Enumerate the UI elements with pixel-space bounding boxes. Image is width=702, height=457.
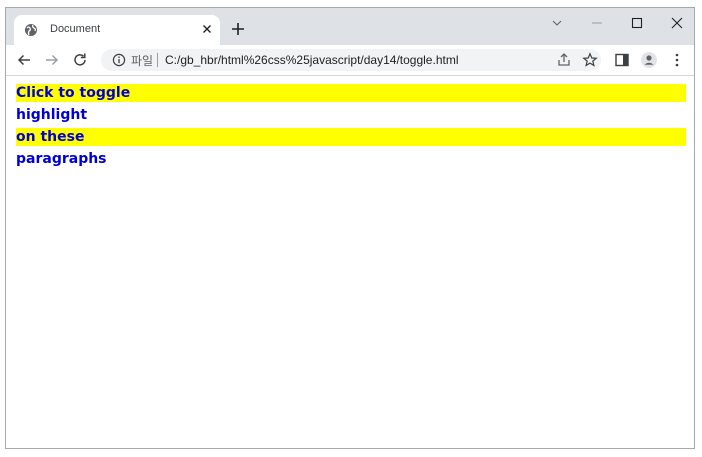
toggle-paragraph[interactable]: on these — [16, 128, 686, 146]
address-separator — [157, 53, 158, 67]
star-icon[interactable] — [582, 52, 598, 68]
window-close-icon — [671, 17, 683, 29]
reload-icon[interactable] — [71, 51, 89, 69]
paragraph-text: paragraphs — [16, 151, 107, 167]
menu-icon[interactable] — [668, 51, 686, 69]
back-icon[interactable] — [15, 51, 33, 69]
browser-toolbar: 파일 C:/gb_hbr/html%26css%25javascript/day… — [6, 45, 694, 76]
info-icon[interactable] — [112, 53, 126, 67]
toggle-paragraph[interactable]: paragraphs — [16, 150, 686, 168]
profile-icon[interactable] — [640, 51, 658, 69]
toggle-paragraph[interactable]: Click to toggle — [16, 84, 686, 102]
maximize-icon — [631, 17, 643, 29]
scheme-label: 파일 — [131, 54, 154, 68]
toggle-paragraph[interactable]: highlight — [16, 106, 686, 124]
paragraph-text: on these — [16, 129, 85, 145]
tab-search-button[interactable] — [537, 8, 577, 38]
tab-strip: Document — [6, 8, 694, 45]
globe-icon — [25, 24, 37, 36]
minimize-button[interactable] — [577, 8, 617, 38]
browser-window: Document 파일 C:/gb_hbr/html%26css%25javas… — [5, 7, 695, 449]
tab-document[interactable]: Document — [14, 15, 220, 45]
paragraph-text: highlight — [16, 107, 88, 123]
paragraph-text: Click to toggle — [16, 85, 131, 101]
window-close-button[interactable] — [657, 8, 694, 38]
chevron-down-icon — [552, 20, 562, 26]
page-content: Click to toggle highlight on these parag… — [6, 76, 694, 448]
close-icon[interactable] — [200, 22, 214, 36]
forward-icon[interactable] — [43, 51, 61, 69]
minimize-icon — [592, 22, 602, 24]
sidepanel-icon[interactable] — [613, 51, 631, 69]
share-icon[interactable] — [556, 52, 572, 68]
address-bar[interactable]: 파일 C:/gb_hbr/html%26css%25javascript/day… — [101, 49, 601, 71]
plus-icon[interactable] — [230, 21, 246, 37]
tab-title: Document — [50, 23, 101, 35]
maximize-button[interactable] — [617, 8, 657, 38]
url-text[interactable]: C:/gb_hbr/html%26css%25javascript/day14/… — [165, 53, 458, 67]
